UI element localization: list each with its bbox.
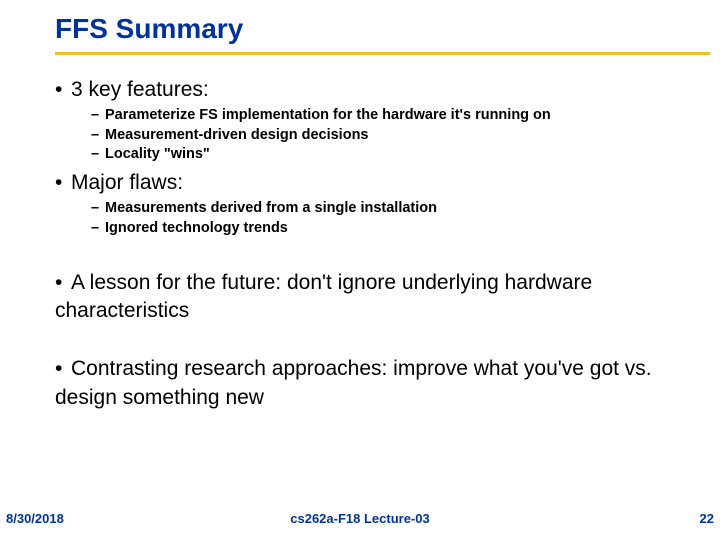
sub-bullet: –Parameterize FS implementation for the … — [91, 106, 680, 126]
footer-center: cs262a-F18 Lecture-03 — [0, 511, 720, 526]
footer-page-number: 22 — [700, 511, 714, 526]
sub-bullet: –Locality "wins" — [91, 145, 680, 165]
slide: FFS Summary •3 key features: –Parameteri… — [0, 0, 720, 540]
dash-icon: – — [91, 219, 105, 239]
dash-icon: – — [91, 126, 105, 146]
bullet-dot-icon: • — [55, 269, 71, 297]
sub-bullet: –Ignored technology trends — [91, 219, 680, 239]
bullet-dot-icon: • — [55, 355, 71, 383]
bullet-2-text: Major flaws: — [71, 171, 183, 194]
sub-bullet-text: Ignored technology trends — [105, 220, 288, 236]
sub-bullet-text: Measurements derived from a single insta… — [105, 200, 437, 216]
title-underline — [55, 52, 710, 55]
slide-title: FFS Summary — [55, 13, 243, 45]
bullet-1-text: 3 key features: — [71, 78, 209, 101]
bullet-3-text: A lesson for the future: don't ignore un… — [55, 271, 592, 322]
sub-bullet: –Measurement-driven design decisions — [91, 126, 680, 146]
bullet-1: •3 key features: — [55, 76, 680, 104]
dash-icon: – — [91, 106, 105, 126]
sub-bullet: –Measurements derived from a single inst… — [91, 199, 680, 219]
slide-content: •3 key features: –Parameterize FS implem… — [55, 72, 680, 414]
sub-bullet-text: Locality "wins" — [105, 146, 210, 162]
sub-bullet-text: Measurement-driven design decisions — [105, 127, 369, 143]
bullet-dot-icon: • — [55, 169, 71, 197]
bullet-2: •Major flaws: — [55, 169, 680, 197]
bullet-3: •A lesson for the future: don't ignore u… — [55, 269, 680, 326]
dash-icon: – — [91, 145, 105, 165]
bullet-4-text: Contrasting research approaches: improve… — [55, 357, 652, 408]
sub-bullet-text: Parameterize FS implementation for the h… — [105, 107, 551, 123]
bullet-dot-icon: • — [55, 76, 71, 104]
bullet-4: •Contrasting research approaches: improv… — [55, 355, 680, 412]
dash-icon: – — [91, 199, 105, 219]
